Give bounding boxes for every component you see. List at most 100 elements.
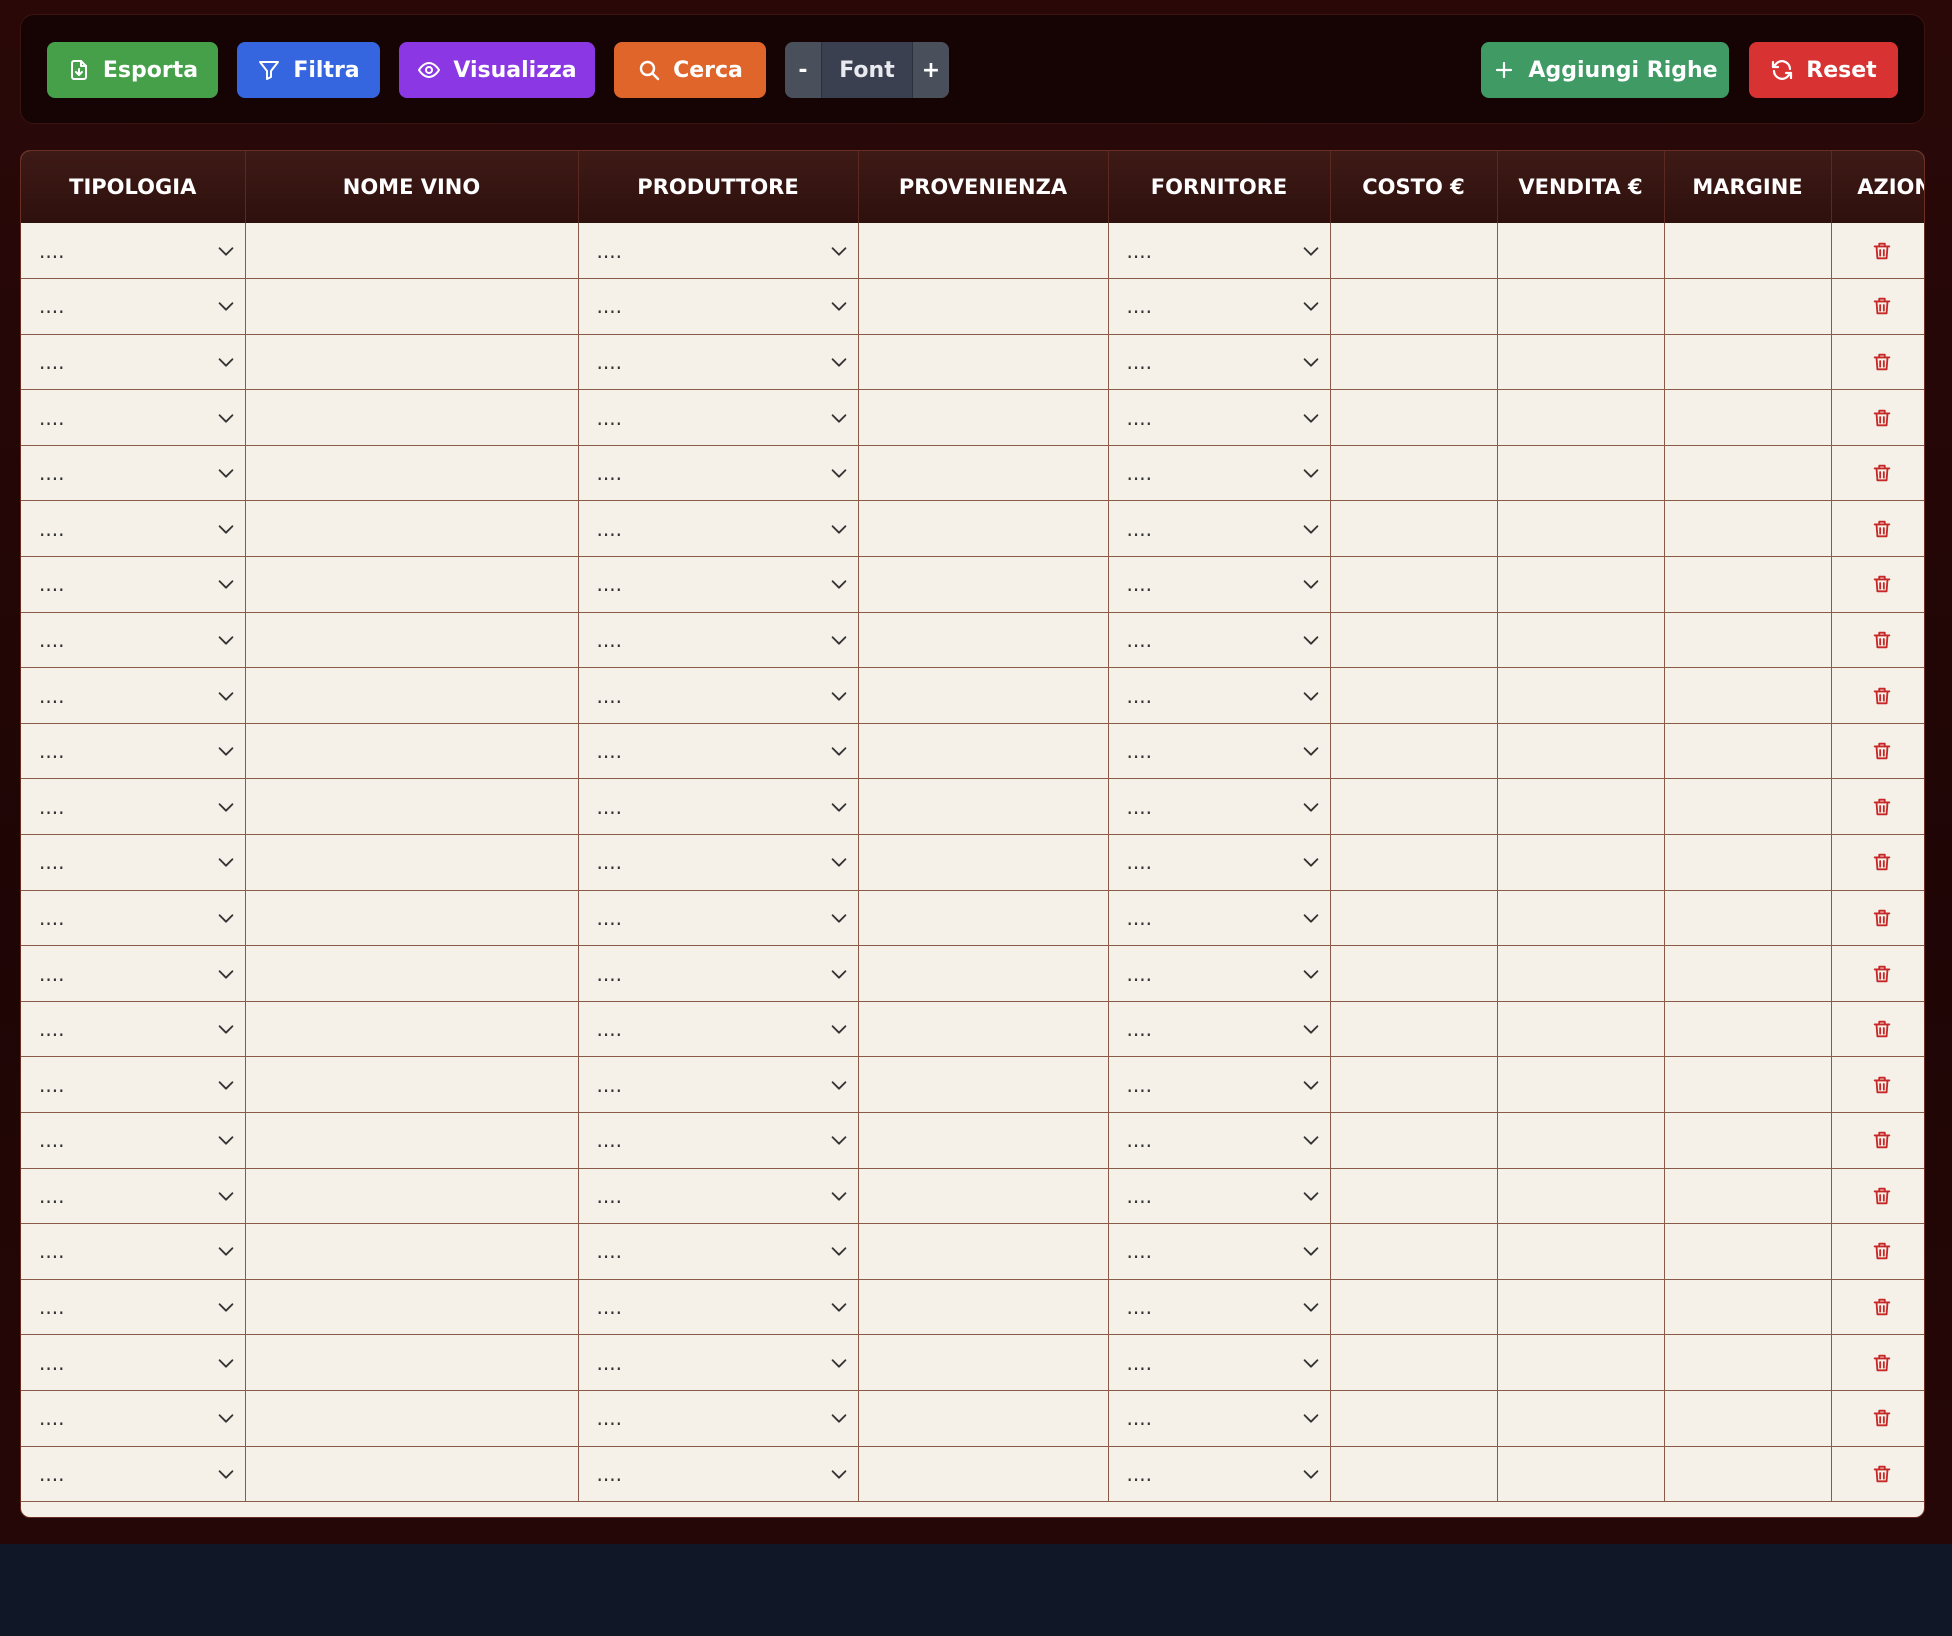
dropdown[interactable]: ....: [21, 1057, 245, 1112]
dropdown[interactable]: ....: [579, 1002, 858, 1057]
input-nome-vino[interactable]: [245, 1168, 579, 1225]
input-vendita[interactable]: [1497, 1446, 1665, 1503]
dropdown[interactable]: ....: [1109, 335, 1330, 390]
select-produttore[interactable]: ....: [578, 612, 859, 669]
input-costo[interactable]: [1330, 445, 1498, 502]
dropdown[interactable]: ....: [1109, 891, 1330, 946]
input-provenienza[interactable]: [858, 1223, 1109, 1280]
dropdown[interactable]: ....: [1109, 1280, 1330, 1335]
dropdown[interactable]: ....: [21, 891, 245, 946]
delete-row-button[interactable]: [1832, 240, 1925, 262]
select-fornitore[interactable]: ....: [1108, 1223, 1331, 1280]
cell-actions[interactable]: [1831, 500, 1924, 558]
dropdown[interactable]: ....: [21, 1169, 245, 1224]
input-nome-vino[interactable]: [245, 890, 579, 947]
select-fornitore[interactable]: ....: [1108, 612, 1331, 669]
select-produttore[interactable]: ....: [578, 945, 859, 1002]
cell-actions[interactable]: [1831, 890, 1924, 947]
select-fornitore[interactable]: ....: [1108, 1168, 1331, 1225]
cell-actions[interactable]: [1831, 1168, 1925, 1225]
input-vendita[interactable]: [1497, 500, 1665, 558]
select-fornitore[interactable]: ....: [1108, 945, 1331, 1002]
dropdown[interactable]: ....: [1109, 946, 1330, 1001]
dropdown[interactable]: ....: [579, 1113, 858, 1168]
input-provenienza[interactable]: [858, 223, 1109, 280]
select-tipologia[interactable]: ....: [21, 945, 246, 1002]
select-tipologia[interactable]: ....: [21, 834, 246, 891]
column-header-fornitore[interactable]: FORNITORE: [1108, 151, 1331, 223]
input-vendita[interactable]: [1497, 834, 1665, 891]
input-nome-vino[interactable]: [245, 1223, 579, 1280]
input-nome-vino[interactable]: [245, 778, 579, 836]
select-tipologia[interactable]: ....: [21, 1056, 246, 1113]
dropdown[interactable]: ....: [579, 223, 858, 278]
input-margine[interactable]: [1664, 1001, 1832, 1058]
filter-button[interactable]: Filtra: [237, 42, 380, 98]
input-vendita[interactable]: [1497, 556, 1665, 613]
input-costo[interactable]: [1330, 278, 1498, 335]
cell-actions[interactable]: [1831, 1112, 1924, 1169]
column-header-vendita[interactable]: VENDITA €: [1497, 151, 1665, 223]
delete-row-button[interactable]: [1832, 1185, 1925, 1207]
cell-actions[interactable]: [1831, 389, 1924, 446]
select-produttore[interactable]: ....: [578, 667, 859, 724]
select-tipologia[interactable]: ....: [21, 500, 246, 558]
dropdown[interactable]: ....: [21, 1224, 245, 1279]
delete-row-button[interactable]: [1832, 1074, 1925, 1096]
dropdown[interactable]: ....: [579, 724, 858, 779]
input-nome-vino[interactable]: [245, 1112, 579, 1169]
select-produttore[interactable]: ....: [578, 1001, 859, 1058]
input-margine[interactable]: [1664, 1112, 1832, 1169]
dropdown[interactable]: ....: [1109, 446, 1330, 501]
select-tipologia[interactable]: ....: [21, 223, 246, 280]
input-nome-vino[interactable]: [245, 500, 579, 558]
delete-row-button[interactable]: [1832, 1352, 1925, 1374]
select-produttore[interactable]: ....: [578, 1446, 859, 1503]
dropdown[interactable]: ....: [21, 446, 245, 501]
select-tipologia[interactable]: ....: [21, 1390, 246, 1447]
cell-actions[interactable]: [1831, 556, 1924, 613]
select-fornitore[interactable]: ....: [1108, 1279, 1331, 1336]
input-vendita[interactable]: [1497, 334, 1665, 391]
input-provenienza[interactable]: [858, 389, 1109, 446]
select-fornitore[interactable]: ....: [1108, 834, 1331, 891]
input-nome-vino[interactable]: [245, 1001, 579, 1058]
select-tipologia[interactable]: ....: [21, 1223, 246, 1280]
input-vendita[interactable]: [1497, 1168, 1665, 1225]
input-nome-vino[interactable]: [245, 1279, 579, 1336]
select-fornitore[interactable]: ....: [1108, 223, 1331, 280]
column-header-nome-vino[interactable]: NOME VINO: [245, 151, 579, 223]
dropdown[interactable]: ....: [1109, 1002, 1330, 1057]
input-margine[interactable]: [1664, 223, 1832, 280]
input-provenienza[interactable]: [858, 1001, 1109, 1058]
dropdown[interactable]: ....: [579, 501, 858, 556]
reset-button[interactable]: Reset: [1749, 42, 1898, 98]
dropdown[interactable]: ....: [579, 1169, 858, 1224]
dropdown[interactable]: ....: [1109, 779, 1330, 834]
select-produttore[interactable]: ....: [578, 1168, 859, 1225]
input-provenienza[interactable]: [858, 890, 1109, 947]
input-costo[interactable]: [1330, 1112, 1498, 1169]
cell-actions[interactable]: [1831, 667, 1924, 724]
input-nome-vino[interactable]: [245, 945, 579, 1002]
dropdown[interactable]: ....: [1109, 668, 1330, 723]
wine-table-container[interactable]: TIPOLOGIA NOME VINO PRODUTTORE PROVENIENZA F…: [20, 150, 1925, 1518]
select-produttore[interactable]: ....: [578, 223, 859, 280]
select-tipologia[interactable]: ....: [21, 1334, 246, 1391]
input-vendita[interactable]: [1497, 612, 1665, 669]
select-produttore[interactable]: ....: [578, 1334, 859, 1391]
input-provenienza[interactable]: [858, 1112, 1109, 1169]
input-vendita[interactable]: [1497, 667, 1665, 724]
input-margine[interactable]: [1664, 1334, 1832, 1391]
column-header-azioni[interactable]: AZIONI: [1831, 151, 1924, 223]
input-costo[interactable]: [1330, 834, 1498, 891]
select-tipologia[interactable]: ....: [21, 778, 246, 836]
input-nome-vino[interactable]: [245, 445, 579, 502]
input-costo[interactable]: [1330, 890, 1498, 947]
dropdown[interactable]: ....: [579, 613, 858, 668]
input-nome-vino[interactable]: [245, 612, 579, 669]
input-costo[interactable]: [1330, 612, 1498, 669]
input-provenienza[interactable]: [858, 612, 1109, 669]
input-costo[interactable]: [1330, 500, 1498, 558]
view-button[interactable]: Visualizza: [399, 42, 595, 98]
